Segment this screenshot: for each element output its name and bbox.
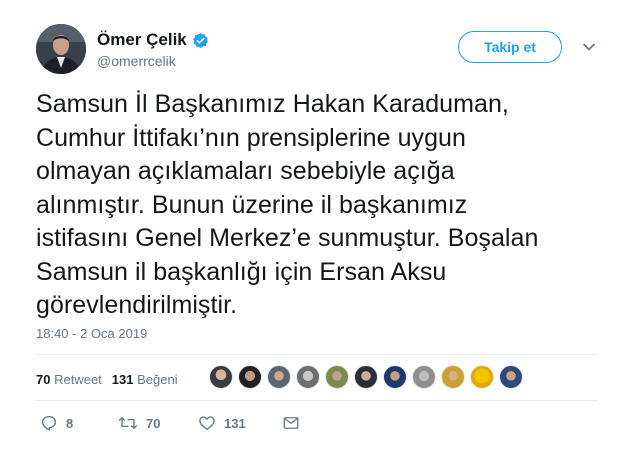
liker-avatar[interactable] — [325, 365, 349, 389]
retweet-stat-label: Retweet — [54, 372, 102, 387]
follow-button[interactable]: Takip et — [458, 31, 562, 63]
tweet-text-line: alınmıştır. Bunun üzerine il başkanımız — [36, 190, 468, 219]
like-stat-label: Beğeni — [137, 372, 178, 387]
verified-badge-icon — [192, 32, 209, 49]
tweet-card: Ömer Çelik @omerrcelik Takip et Samsun İ… — [0, 0, 635, 451]
tweet-text-line: olmayan açıklamaları sebebiyle açığa — [36, 157, 455, 185]
heart-icon — [199, 416, 215, 431]
envelope-icon — [283, 417, 299, 429]
retweet-stat[interactable]: 70 Retweet — [36, 372, 102, 387]
tweet-text-line: Samsun İl Başkanımız Hakan Karaduman, — [36, 90, 509, 118]
direct-message-button[interactable] — [282, 414, 300, 432]
tweet-text-line: görevlendirilmiştir. — [36, 291, 238, 319]
chevron-down-icon[interactable] — [582, 40, 596, 54]
author-name-row: Ömer Çelik — [97, 30, 209, 50]
retweet-icon — [118, 417, 138, 429]
tweet-text: Samsun İl Başkanımız Hakan Karaduman, Cu… — [36, 88, 606, 323]
like-button[interactable]: 131 — [198, 414, 246, 432]
like-count: 131 — [224, 415, 246, 431]
display-name[interactable]: Ömer Çelik — [97, 30, 187, 50]
tweet-text-line: Samsun il başkanlığı için Ersan Aksu — [36, 257, 447, 286]
divider — [36, 400, 598, 401]
liker-avatar[interactable] — [412, 365, 436, 389]
tweet-text-line: istifasını Genel Merkez’e sunmuştur. Boş… — [36, 224, 539, 252]
liker-avatar[interactable] — [499, 365, 523, 389]
liker-avatar[interactable] — [238, 365, 262, 389]
retweet-button[interactable]: 70 — [118, 414, 160, 432]
like-stat[interactable]: 131 Beğeni — [112, 372, 178, 387]
liker-avatar[interactable] — [296, 365, 320, 389]
liker-avatar[interactable] — [267, 365, 291, 389]
tweet-stats: 70 Retweet 131 Beğeni — [36, 372, 188, 387]
tweet-timestamp[interactable]: 18:40 - 2 Oca 2019 — [36, 326, 147, 341]
liker-avatar[interactable] — [441, 365, 465, 389]
like-stat-count: 131 — [111, 372, 134, 387]
reply-icon — [41, 415, 57, 431]
retweet-count: 70 — [146, 415, 161, 431]
reply-button[interactable]: 8 — [40, 414, 73, 432]
tweet-text-line: Cumhur İttifakı’nın prensiplerine uygun — [36, 123, 466, 152]
liker-avatar[interactable] — [354, 365, 378, 389]
handle[interactable]: @omerrcelik — [97, 53, 176, 69]
avatar[interactable] — [36, 24, 86, 74]
liker-avatar[interactable] — [209, 365, 233, 389]
liker-avatar[interactable] — [470, 365, 494, 389]
retweet-stat-count: 70 — [36, 372, 51, 387]
liker-avatar[interactable] — [383, 365, 407, 389]
divider — [36, 354, 598, 355]
reply-count: 8 — [66, 415, 74, 431]
liker-avatars — [209, 365, 528, 389]
